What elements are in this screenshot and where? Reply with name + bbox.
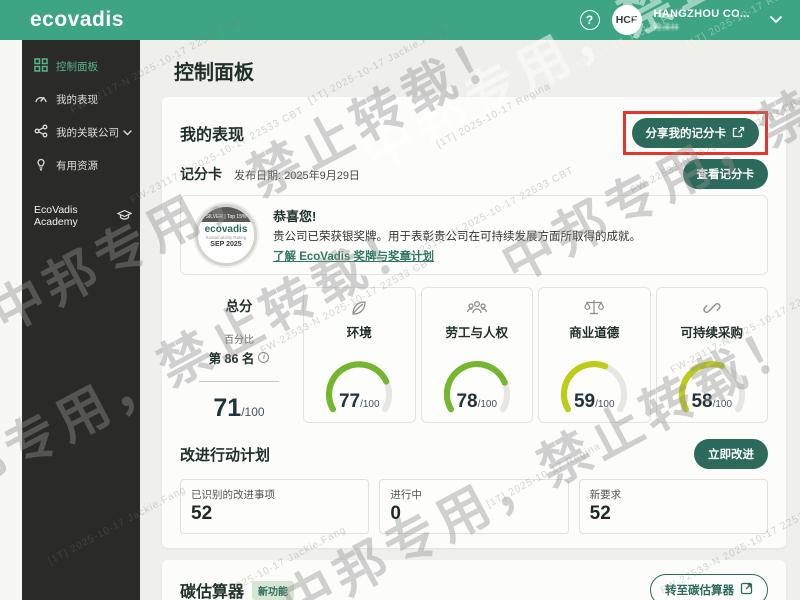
stat-value: 52 bbox=[191, 503, 358, 525]
congrats-title: 恭喜您! bbox=[273, 206, 641, 225]
leaf-icon bbox=[349, 298, 369, 318]
category-card-procurement: 可持续采购 58/100 bbox=[656, 287, 769, 423]
stat-label: 已识别的改进事项 bbox=[191, 487, 358, 502]
labor-gauge: 78/100 bbox=[433, 351, 521, 413]
medal-brand: ecovadis bbox=[198, 224, 254, 235]
scorecard-label: 记分卡 bbox=[180, 164, 222, 184]
share-scorecard-label: 分享我的记分卡 bbox=[646, 125, 727, 141]
performance-card: 我的表现 分享我的记分卡 记分卡 发布日期: 2025年9月29日 bbox=[162, 97, 786, 548]
scales-icon bbox=[583, 298, 605, 318]
share-icon bbox=[732, 126, 745, 141]
sidebar-item-label: 我的表现 bbox=[56, 92, 98, 107]
category-label: 劳工与人权 bbox=[445, 322, 508, 341]
medal-program-link[interactable]: 了解 EcoVadis 奖牌与奖章计划 bbox=[273, 251, 434, 263]
scores-row: 总分 百分比 第 86 名 i 71/100 bbox=[180, 287, 768, 423]
sidebar-item-dashboard[interactable]: 控制面板 bbox=[22, 50, 140, 83]
app-window: ecovadis ? HCF HANGZHOU CO... 逄溧林 控制面板 bbox=[0, 0, 800, 600]
sidebar-item-performance[interactable]: 我的表现 bbox=[22, 83, 140, 116]
view-scorecard-button[interactable]: 查看记分卡 bbox=[683, 159, 769, 189]
medal-tier: SILVER | Top 15% bbox=[198, 207, 254, 222]
congrats-banner: SILVER | Top 15% ecovadis Sustainability… bbox=[180, 195, 768, 275]
category-card-ethics: 商业道德 59/100 bbox=[538, 287, 651, 423]
congrats-message: 贵公司已荣获银奖牌。用于表彰贵公司在可持续发展方面所取得的成就。 bbox=[273, 228, 641, 244]
link-icon bbox=[702, 298, 722, 318]
sidebar-item-academy[interactable]: EcoVadis Academy bbox=[22, 196, 140, 236]
category-label: 可持续采购 bbox=[680, 322, 743, 341]
category-score: 58 bbox=[691, 391, 712, 412]
sidebar-item-label: 控制面板 bbox=[56, 59, 98, 74]
main-content: 控制面板 我的表现 分享我的记分卡 记分卡 bbox=[140, 40, 800, 600]
procurement-gauge: 58/100 bbox=[668, 351, 756, 413]
ecovadis-logo: ecovadis bbox=[30, 8, 124, 32]
percentile-label: 百分比 bbox=[224, 331, 254, 346]
overall-score-panel: 总分 百分比 第 86 名 i 71/100 bbox=[180, 287, 298, 423]
carbon-title: 碳估算器 bbox=[180, 578, 244, 600]
stat-new-requirements: 新要求 52 bbox=[579, 479, 768, 534]
stat-label: 新要求 bbox=[590, 487, 757, 502]
category-score-suffix: /100 bbox=[713, 399, 732, 410]
goto-carbon-label: 转至碳估算器 bbox=[665, 582, 734, 598]
stat-identified: 已识别的改进事项 52 bbox=[180, 479, 369, 534]
lightbulb-icon bbox=[34, 157, 48, 174]
medal-date: SEP 2025 bbox=[198, 241, 254, 248]
avatar[interactable]: HCF bbox=[612, 5, 642, 35]
ethics-gauge: 59/100 bbox=[550, 351, 638, 413]
overall-score: 71 bbox=[213, 394, 241, 422]
chevron-down-icon bbox=[123, 127, 132, 139]
silver-medal-badge: SILVER | Top 15% ecovadis Sustainability… bbox=[195, 204, 257, 266]
category-score: 77 bbox=[339, 391, 360, 412]
network-icon bbox=[34, 124, 48, 141]
sidebar-item-label: 有用资源 bbox=[56, 158, 98, 173]
sidebar-item-affiliates[interactable]: 我的关联公司 bbox=[22, 116, 140, 149]
account-menu[interactable]: HANGZHOU CO... 逄溧林 bbox=[654, 8, 750, 31]
category-score-suffix: /100 bbox=[478, 399, 497, 410]
stat-value: 0 bbox=[390, 503, 557, 525]
top-header: ecovadis ? HCF HANGZHOU CO... 逄溧林 bbox=[0, 0, 800, 40]
category-card-environment: 环境 77/100 bbox=[303, 287, 416, 423]
medal-subtitle: Sustainability Rating bbox=[198, 235, 254, 240]
category-label: 商业道德 bbox=[569, 322, 619, 341]
category-card-labor: 劳工与人权 78/100 bbox=[421, 287, 534, 423]
company-name: HANGZHOU CO... bbox=[654, 8, 750, 21]
category-score-suffix: /100 bbox=[595, 399, 614, 410]
carbon-estimator-card: 碳估算器 新功能 转至碳估算器 估算您的范围 1、范围 2 和范围 3 温室气体… bbox=[162, 560, 786, 600]
goto-carbon-button[interactable]: 转至碳估算器 bbox=[650, 574, 768, 600]
overall-label: 总分 bbox=[226, 295, 253, 315]
environment-gauge: 77/100 bbox=[315, 351, 403, 413]
people-icon bbox=[466, 298, 488, 318]
graduation-cap-icon bbox=[117, 209, 132, 224]
sidebar: 控制面板 我的表现 我的关联公司 bbox=[22, 40, 140, 600]
stat-value: 52 bbox=[590, 503, 757, 525]
help-icon[interactable]: ? bbox=[580, 10, 600, 30]
external-link-icon bbox=[740, 582, 753, 598]
category-score-suffix: /100 bbox=[360, 399, 379, 410]
user-name: 逄溧林 bbox=[654, 22, 750, 32]
category-label: 环境 bbox=[347, 322, 372, 341]
category-score: 59 bbox=[574, 391, 595, 412]
sidebar-item-resources[interactable]: 有用资源 bbox=[22, 149, 140, 182]
stat-label: 进行中 bbox=[390, 487, 557, 502]
published-date: 发布日期: 2025年9月29日 bbox=[234, 167, 360, 183]
sidebar-item-label: EcoVadis Academy bbox=[34, 204, 117, 228]
stat-in-progress: 进行中 0 bbox=[379, 479, 568, 534]
page-title: 控制面板 bbox=[174, 56, 800, 85]
rank-value: 第 86 名 bbox=[209, 348, 255, 367]
left-gutter bbox=[0, 40, 22, 600]
share-scorecard-button[interactable]: 分享我的记分卡 bbox=[632, 118, 760, 148]
divider bbox=[199, 381, 279, 382]
chevron-down-icon[interactable] bbox=[770, 11, 782, 29]
annotation-highlight-box: 分享我的记分卡 bbox=[623, 111, 769, 155]
action-plan-title: 改进行动计划 bbox=[180, 444, 270, 465]
info-icon[interactable]: i bbox=[258, 352, 269, 363]
category-score: 78 bbox=[456, 391, 477, 412]
overall-score-suffix: /100 bbox=[241, 405, 264, 419]
improve-now-button[interactable]: 立即改进 bbox=[694, 439, 768, 469]
grid-icon bbox=[34, 58, 48, 75]
action-plan-stats: 已识别的改进事项 52 进行中 0 新要求 52 bbox=[180, 479, 768, 534]
gauge-icon bbox=[34, 91, 48, 108]
sidebar-item-label: 我的关联公司 bbox=[56, 125, 119, 140]
new-feature-badge: 新功能 bbox=[252, 581, 294, 600]
performance-title: 我的表现 bbox=[180, 121, 244, 145]
